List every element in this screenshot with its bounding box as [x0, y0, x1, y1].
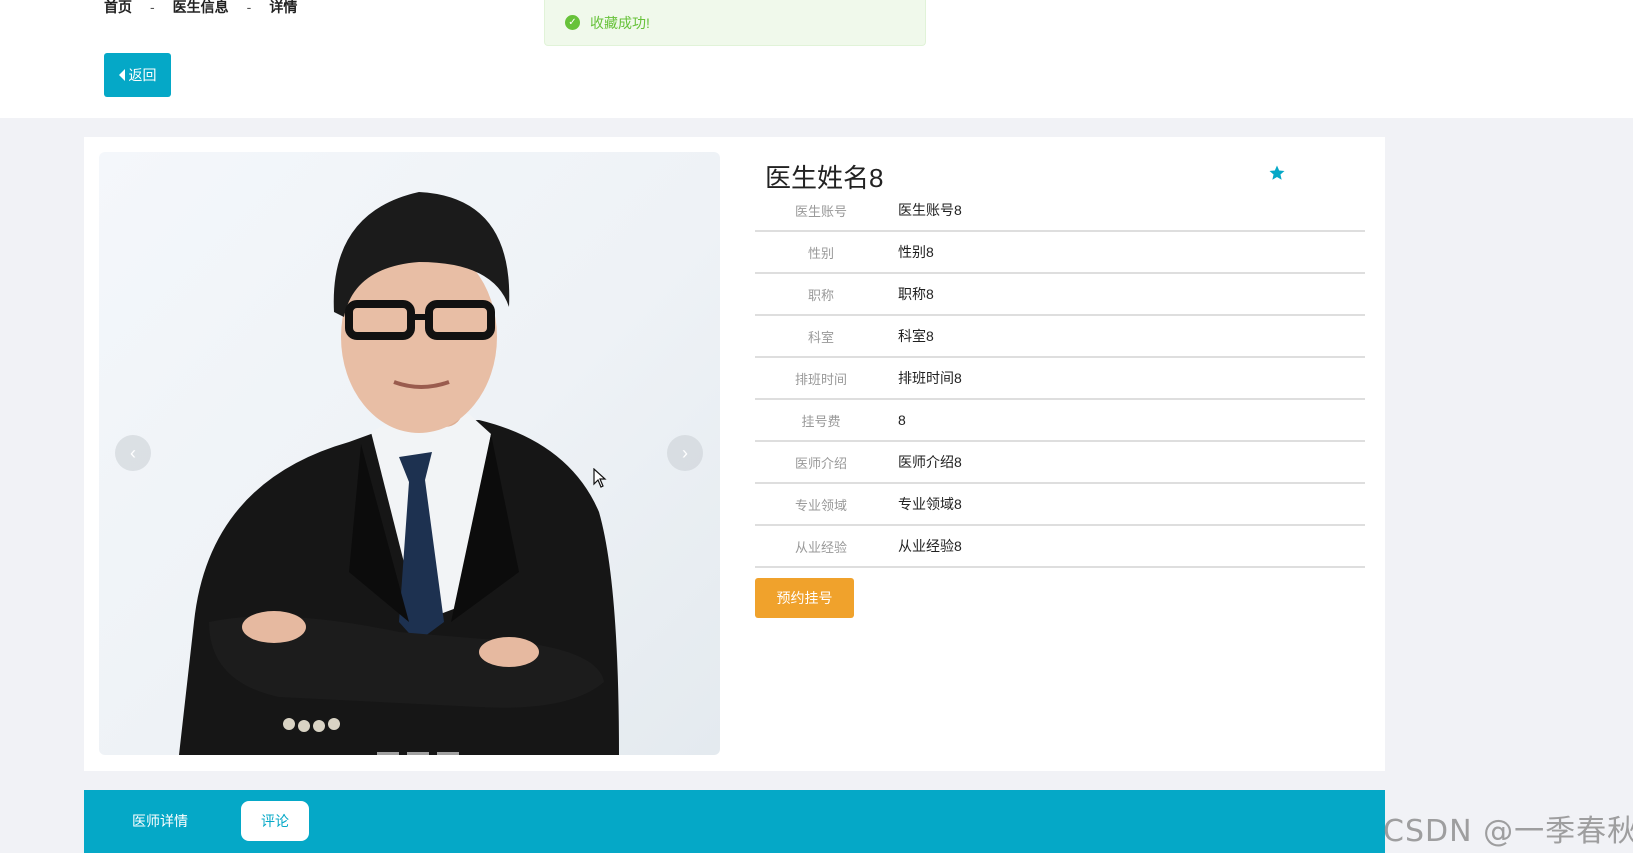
info-label: 专业领域: [794, 497, 847, 513]
tab-comments[interactable]: 评论: [241, 801, 309, 841]
info-value: 从业经验8: [898, 538, 962, 554]
carousel-dot[interactable]: [437, 752, 459, 755]
carousel-dot[interactable]: [407, 752, 429, 755]
carousel-indicators[interactable]: [377, 752, 459, 755]
star-icon[interactable]: [1268, 164, 1286, 182]
info-value: 科室8: [898, 328, 934, 344]
breadcrumb-current: 详情: [269, 0, 298, 15]
carousel-next-button[interactable]: ›: [667, 435, 703, 471]
breadcrumb-home[interactable]: 首页: [104, 0, 132, 17]
info-value: 医师介绍8: [898, 454, 962, 470]
detail-tab-bar: 医师详情 评论: [84, 790, 1385, 853]
info-value: 专业领域8: [898, 496, 962, 512]
info-row-account: 医生账号 医生账号8: [755, 190, 1365, 232]
info-row-experience: 从业经验 从业经验8: [755, 526, 1365, 568]
breadcrumb-section[interactable]: 医生信息: [173, 0, 229, 17]
info-value: 医生账号8: [898, 202, 962, 218]
doctor-photo-carousel[interactable]: ‹ ›: [99, 152, 720, 755]
caret-left-icon: [118, 69, 125, 81]
info-label: 从业经验: [794, 539, 847, 555]
back-button[interactable]: 返回: [104, 53, 171, 97]
info-row-schedule: 排班时间 排班时间8: [755, 358, 1365, 400]
info-label: 挂号费: [801, 413, 841, 429]
breadcrumb: 首页 - 医生信息 - 详情: [104, 0, 297, 17]
tab-doctor-details[interactable]: 医师详情: [104, 801, 216, 841]
carousel-prev-button[interactable]: ‹: [115, 435, 151, 471]
info-row-fee: 挂号费 8: [755, 400, 1365, 442]
info-row-department: 科室 科室8: [755, 316, 1365, 358]
breadcrumb-separator: -: [150, 0, 155, 15]
info-label: 职称: [807, 287, 834, 303]
info-value: 排班时间8: [898, 370, 962, 386]
info-label: 医生账号: [794, 203, 847, 219]
info-row-introduction: 医师介绍 医师介绍8: [755, 442, 1365, 484]
info-row-title: 职称 职称8: [755, 274, 1365, 316]
info-row-specialty: 专业领域 专业领域8: [755, 484, 1365, 526]
doctor-photo: [179, 192, 619, 755]
info-label: 排班时间: [794, 371, 847, 387]
info-label: 医师介绍: [794, 455, 847, 471]
info-value: 8: [898, 412, 906, 428]
info-row-gender: 性别 性别8: [755, 232, 1365, 274]
info-label: 科室: [807, 329, 834, 345]
info-label: 性别: [807, 245, 834, 261]
check-circle-icon: ✓: [565, 15, 580, 30]
success-toast: ✓ 收藏成功!: [544, 0, 926, 46]
info-value: 性别8: [898, 244, 934, 260]
doctor-info-table: 医生账号 医生账号8 性别 性别8 职称 职称8 科室 科室8 排班时间 排班时…: [755, 190, 1365, 568]
watermark: CSDN @一季春秋: [1383, 814, 1633, 849]
back-button-label: 返回: [128, 67, 157, 83]
toast-message: 收藏成功!: [590, 14, 650, 31]
info-value: 职称8: [898, 286, 934, 302]
book-appointment-button[interactable]: 预约挂号: [755, 578, 854, 618]
carousel-dot[interactable]: [377, 752, 399, 755]
breadcrumb-separator: -: [246, 0, 252, 15]
mouse-cursor-icon: [593, 468, 607, 488]
